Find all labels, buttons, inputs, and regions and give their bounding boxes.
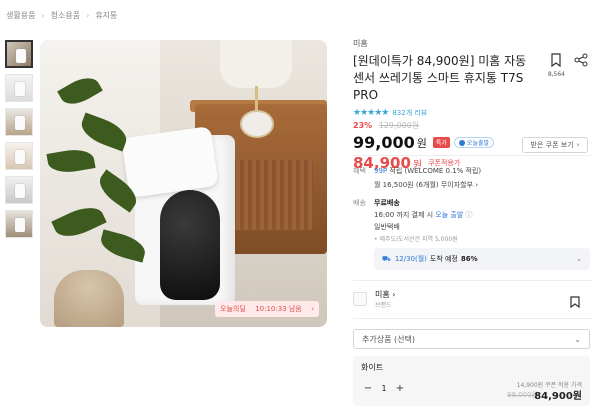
thumbnail-4[interactable] [5, 142, 33, 170]
arrival-date: 12/30(월) [394, 255, 427, 263]
today-dispatch-label: 오늘출발 [466, 140, 490, 147]
additional-product-label: 추가상품 (선택) [362, 334, 415, 344]
discount-rate: 23% [353, 121, 373, 130]
today-dispatch-badge: 오늘출발 [453, 137, 495, 148]
seller-type: 브랜드 [375, 302, 392, 309]
divider [353, 318, 593, 319]
review-count-link[interactable]: 832개 리뷰 [392, 108, 427, 118]
points-amount: 99P [374, 167, 388, 175]
info-icon[interactable]: ⓘ [466, 211, 473, 219]
seller-name[interactable]: 미홈 › [375, 289, 395, 300]
seller-box[interactable]: 미홈 › 브랜드 [353, 285, 590, 313]
breadcrumb-item-household[interactable]: 생활용품 [6, 10, 35, 21]
selected-option-card: 화이트 − 1 + 14,900원 쿠폰 적용 가격 99,000원 84,90… [353, 356, 590, 406]
special-deal-badge: 특가 [432, 137, 450, 148]
thumbnail-list [5, 40, 35, 244]
ribbon-timer: 10:10:33 남음 [255, 305, 302, 313]
arrival-percent: 86% [460, 255, 478, 263]
original-price-row: 23% 129,000원 [353, 120, 593, 131]
free-shipping: 무료배송 [374, 199, 400, 207]
benefit-points: 99P 적립 (WELCOME 0.1% 적립) [374, 166, 481, 176]
thumbnail-5[interactable] [5, 176, 33, 204]
quantity-stepper: − 1 + [361, 383, 407, 394]
option-name: 화이트 [361, 363, 384, 372]
hero-plant-pot [54, 270, 124, 327]
chevron-down-icon: ⌄ [576, 255, 582, 263]
share-button[interactable] [574, 52, 588, 71]
product-brand[interactable]: 미홈 [353, 38, 593, 49]
price-unit: 원 [416, 136, 427, 150]
shipping-method: 일반택배 [374, 223, 400, 231]
installment-link[interactable]: 월 16,500원 (6개월) 무이자할부 › [374, 180, 478, 190]
arrival-text: 도착 예정 [429, 255, 458, 263]
quantity-increase-button[interactable]: + [393, 383, 407, 394]
shipping-label: 배송 [353, 199, 366, 207]
dispatch-dot-icon [458, 139, 465, 146]
bookmark-button[interactable]: 8,564 [548, 52, 565, 78]
chevron-right-icon: › [576, 141, 580, 149]
original-price: 129,000원 [378, 121, 420, 130]
shipping-extra-fee: • 제주도/도서산간 지역 5,000원 [374, 236, 458, 243]
hero-trash-bag [160, 190, 220, 300]
additional-product-select[interactable]: 추가상품 (선택) ⌄ [353, 329, 590, 349]
breadcrumb-item-cleaning[interactable]: 청소용품 [51, 10, 80, 21]
arrival-estimate-box[interactable]: ⛟ 12/30(월) 도착 예정 86% ⌄ [374, 248, 590, 270]
rating: ★★★★★ 832개 리뷰 [353, 108, 593, 118]
divider [353, 155, 593, 156]
benefit-label: 혜택 [353, 167, 366, 175]
option-price: 84,900원 [534, 391, 582, 402]
product-title: [원데이특가 84,900원] 미홈 자동 센서 쓰레기통 스마트 휴지통 T7… [353, 54, 527, 102]
ribbon-label: 오늘의딜 [220, 305, 246, 313]
chevron-right-icon: › [311, 305, 314, 313]
thumbnail-3[interactable] [5, 108, 33, 136]
truck-icon: ⛟ [382, 254, 391, 263]
bookmark-icon [570, 296, 580, 309]
hero-lamp-base [240, 110, 274, 138]
bookmark-icon [551, 53, 562, 68]
thumbnail-1[interactable] [5, 40, 33, 68]
quantity-decrease-button[interactable]: − [361, 383, 375, 394]
chevron-right-icon: › [86, 11, 90, 20]
seller-bookmark-button[interactable] [570, 293, 580, 312]
thumbnail-2[interactable] [5, 74, 33, 102]
product-info: 미홈 [원데이특가 84,900원] 미홈 자동 센서 쓰레기통 스마트 휴지통… [353, 38, 593, 172]
breadcrumb: 생활용품 › 청소용품 › 휴지통 [6, 10, 117, 21]
thumbnail-6[interactable] [5, 210, 33, 238]
shipping-deadline: 16:00 까지 결제 시 오늘 출발 ⓘ [374, 210, 473, 220]
chevron-right-icon: › [41, 11, 45, 20]
breadcrumb-item-trash[interactable]: 휴지통 [95, 10, 117, 21]
product-hero-image[interactable]: 오늘의딜 10:10:33 남음 › [40, 40, 327, 327]
view-coupons-button[interactable]: 받은 쿠폰 보기 › [522, 137, 588, 153]
share-icon [574, 53, 588, 67]
deadline-highlight: 오늘 출발 [435, 211, 464, 219]
seller-logo [353, 292, 367, 306]
view-coupons-label: 받은 쿠폰 보기 [530, 141, 574, 149]
divider [353, 280, 593, 281]
hero-lamp-shade [220, 40, 292, 88]
sale-price: 99,000 [353, 133, 415, 152]
quantity-value[interactable]: 1 [375, 384, 393, 393]
today-deal-ribbon[interactable]: 오늘의딜 10:10:33 남음 › [215, 301, 319, 317]
points-text: 적립 (WELCOME 0.1% 적립) [389, 167, 482, 175]
hero-bin-lid [121, 126, 219, 198]
star-rating-icon: ★★★★★ [353, 108, 389, 118]
chevron-down-icon: ⌄ [574, 334, 581, 344]
deadline-text: 16:00 까지 결제 시 [374, 211, 434, 219]
bookmark-count: 8,564 [547, 71, 565, 78]
